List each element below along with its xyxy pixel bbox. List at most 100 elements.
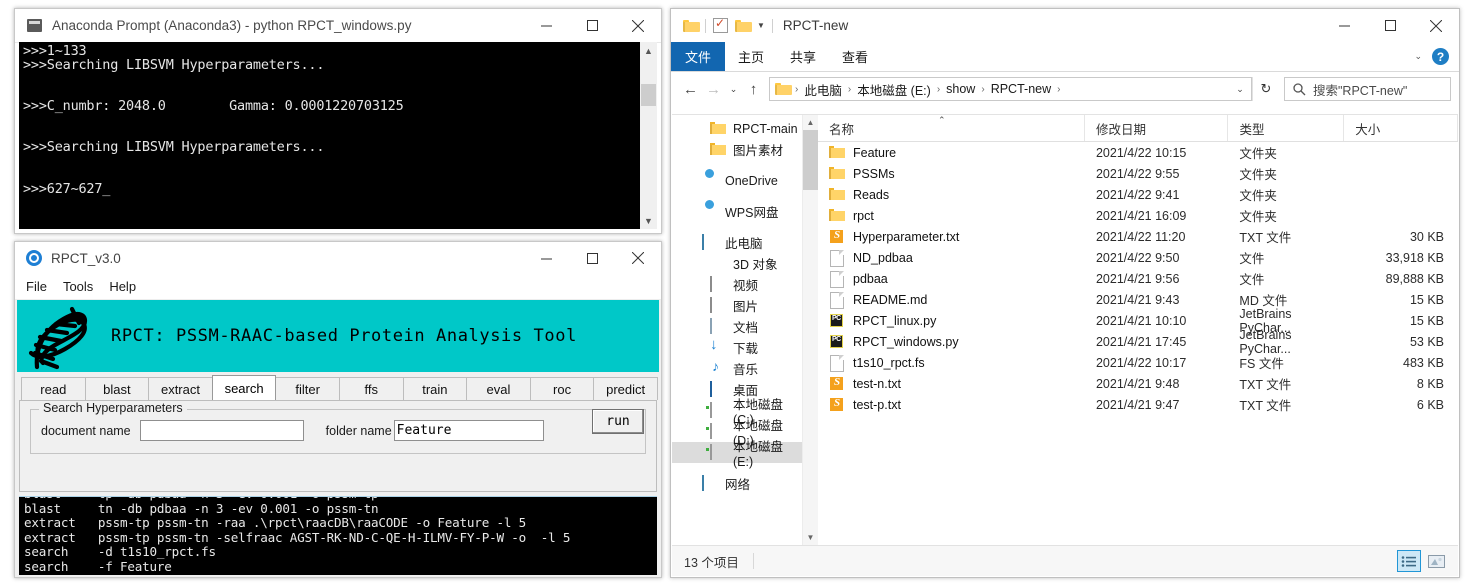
table-row[interactable]: ND_pdbaa 2021/4/22 9:50 文件 33,918 KB (818, 247, 1458, 268)
sidebar-item-image-assets[interactable]: 图片素材 (672, 139, 802, 160)
properties-icon[interactable] (713, 16, 728, 33)
column-header-size[interactable]: 大小 (1344, 115, 1458, 141)
ribbon-tab-share[interactable]: 共享 (777, 42, 829, 71)
sidebar-item-this-pc[interactable]: 此电脑 (672, 232, 802, 253)
table-row[interactable]: rpct 2021/4/21 16:09 文件夹 (818, 205, 1458, 226)
address-breadcrumb-box[interactable]: › 此电脑 › 本地磁盘 (E:) › show › RPCT-new › ⌄ (769, 77, 1252, 101)
column-header-date[interactable]: 修改日期 (1085, 115, 1229, 141)
rpct-close-button[interactable] (615, 242, 661, 275)
navigation-scrollbar[interactable]: ▲ ▼ (802, 115, 818, 545)
table-row[interactable]: test-n.txt 2021/4/21 9:48 TXT 文件 8 KB (818, 373, 1458, 394)
tab-extract[interactable]: extract (148, 377, 213, 400)
nav-scroll-up-icon[interactable]: ▲ (803, 115, 818, 130)
rpct-app-window[interactable]: RPCT_v3.0 File Tools Help RPCT: PSSM-RAA… (14, 241, 662, 578)
customize-caret-icon[interactable]: ▼ (757, 21, 765, 30)
table-row[interactable]: PSSMs 2021/4/22 9:55 文件夹 (818, 163, 1458, 184)
breadcrumb-drive-e[interactable]: 本地磁盘 (E:) (856, 80, 932, 99)
sidebar-item-documents[interactable]: 文档 (672, 316, 802, 337)
tab-filter[interactable]: filter (275, 377, 340, 400)
tab-ffs[interactable]: ffs (338, 377, 404, 400)
file-name: ND_pdbaa (853, 250, 913, 265)
sidebar-item-wps-cloud[interactable]: WPS网盘 (672, 201, 802, 222)
sidebar-item-music[interactable]: 音乐 (672, 358, 802, 379)
explorer-titlebar[interactable]: ▼ RPCT-new (671, 9, 1459, 42)
address-dropdown-icon[interactable]: ⌄ (1229, 84, 1251, 95)
console-scrollbar-thumb[interactable] (641, 84, 656, 106)
console-minimize-button[interactable] (523, 9, 569, 42)
table-row[interactable]: pdbaa 2021/4/21 9:56 文件 89,888 KB (818, 268, 1458, 289)
tab-eval[interactable]: eval (466, 377, 531, 400)
console-titlebar[interactable]: Anaconda Prompt (Anaconda3) - python RPC… (15, 9, 661, 43)
tab-roc[interactable]: roc (529, 377, 595, 400)
details-view-button[interactable] (1397, 550, 1421, 572)
file-explorer-window[interactable]: ▼ RPCT-new 文件 主页 共享 查看 ⌄ ? ← → ⌄ ↑ (670, 8, 1460, 578)
file-list-pane[interactable]: 名称 修改日期 类型 大小 ⌃ Feature 2021/4/22 10:15 … (818, 115, 1458, 545)
sidebar-label: WPS网盘 (725, 206, 779, 220)
forward-button[interactable]: → (702, 76, 725, 102)
search-placeholder: 搜索"RPCT-new" (1313, 83, 1408, 98)
table-row[interactable]: RPCT_linux.py 2021/4/21 10:10 JetBrains … (818, 307, 1458, 335)
explorer-maximize-button[interactable] (1367, 9, 1413, 42)
breadcrumb-this-pc[interactable]: 此电脑 (803, 80, 843, 99)
ribbon-tab-home[interactable]: 主页 (725, 42, 777, 71)
up-button[interactable]: ↑ (742, 76, 765, 102)
table-row[interactable]: README.md 2021/4/21 9:43 MD 文件 15 KB (818, 289, 1458, 310)
nav-scroll-down-icon[interactable]: ▼ (803, 530, 818, 545)
folder-icon[interactable] (683, 19, 700, 32)
help-icon[interactable]: ? (1432, 48, 1449, 65)
generic-file-icon (829, 292, 845, 309)
tab-predict[interactable]: predict (593, 377, 658, 400)
scroll-down-icon[interactable]: ▼ (640, 212, 657, 229)
menu-file[interactable]: File (26, 279, 47, 294)
console-maximize-button[interactable] (569, 9, 615, 42)
console-scrollbar[interactable]: ▲ ▼ (639, 42, 657, 229)
document-name-input[interactable] (139, 420, 304, 441)
explorer-minimize-button[interactable] (1321, 9, 1367, 42)
table-row[interactable]: t1s10_rpct.fs 2021/4/22 10:17 FS 文件 483 … (818, 352, 1458, 373)
table-row[interactable]: Reads 2021/4/22 9:41 文件夹 (818, 184, 1458, 205)
sidebar-item-drive-e[interactable]: 本地磁盘 (E:) (672, 440, 802, 469)
rpct-log-panel[interactable]: blast tp -db pdbaa -n 3 -ev 0.001 -o pss… (19, 497, 657, 575)
rpct-maximize-button[interactable] (569, 242, 615, 275)
sidebar-item-network[interactable]: 网络 (672, 473, 802, 494)
column-header-name[interactable]: 名称 (818, 115, 1085, 141)
sidebar-item-downloads[interactable]: 下载 (672, 337, 802, 358)
table-row[interactable]: RPCT_windows.py 2021/4/21 17:45 JetBrain… (818, 328, 1458, 356)
breadcrumb-rpct-new[interactable]: RPCT-new (990, 82, 1052, 96)
thumbnail-view-button[interactable] (1424, 550, 1448, 572)
back-button[interactable]: ← (679, 76, 702, 102)
run-button[interactable]: run (592, 409, 644, 434)
column-header-type[interactable]: 类型 (1228, 115, 1345, 141)
ribbon-tab-file[interactable]: 文件 (671, 42, 726, 71)
anaconda-prompt-window[interactable]: Anaconda Prompt (Anaconda3) - python RPC… (14, 8, 662, 234)
sidebar-item-onedrive[interactable]: OneDrive (672, 170, 802, 191)
ribbon-tab-view[interactable]: 查看 (829, 42, 881, 71)
console-close-button[interactable] (615, 9, 661, 42)
table-row[interactable]: Feature 2021/4/22 10:15 文件夹 (818, 142, 1458, 163)
new-folder-icon[interactable] (735, 19, 752, 32)
tab-train[interactable]: train (402, 377, 468, 400)
nav-scrollbar-thumb[interactable] (803, 130, 818, 190)
recent-locations-icon[interactable]: ⌄ (725, 76, 742, 102)
tab-read[interactable]: read (21, 377, 86, 400)
table-row[interactable]: test-p.txt 2021/4/21 9:47 TXT 文件 6 KB (818, 394, 1458, 415)
tab-blast[interactable]: blast (84, 377, 150, 400)
rpct-titlebar[interactable]: RPCT_v3.0 (15, 242, 661, 274)
table-row[interactable]: Hyperparameter.txt 2021/4/22 11:20 TXT 文… (818, 226, 1458, 247)
chevron-down-icon[interactable]: ⌄ (1414, 51, 1422, 62)
search-input[interactable]: 搜索"RPCT-new" (1284, 77, 1451, 101)
folder-name-input[interactable]: Feature (393, 420, 544, 441)
breadcrumb-show[interactable]: show (945, 82, 976, 96)
menu-tools[interactable]: Tools (63, 279, 93, 294)
explorer-close-button[interactable] (1413, 9, 1459, 42)
navigation-pane[interactable]: RPCT-main 图片素材 OneDrive WPS网盘 此电脑 3D 对象 … (672, 115, 802, 545)
scroll-up-icon[interactable]: ▲ (640, 42, 657, 59)
sidebar-item-3d-objects[interactable]: 3D 对象 (672, 253, 802, 274)
rpct-minimize-button[interactable] (523, 242, 569, 275)
menu-help[interactable]: Help (109, 279, 136, 294)
tab-search[interactable]: search (211, 375, 277, 400)
sidebar-item-videos[interactable]: 视频 (672, 274, 802, 295)
sidebar-item-rpct-main[interactable]: RPCT-main (672, 118, 802, 139)
refresh-button[interactable]: ↻ (1252, 77, 1279, 101)
sidebar-item-pictures[interactable]: 图片 (672, 295, 802, 316)
